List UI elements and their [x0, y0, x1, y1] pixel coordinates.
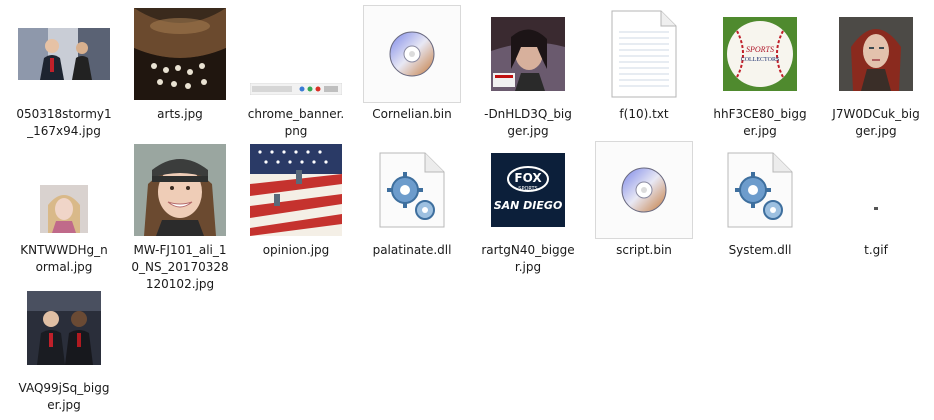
file-name: MW-FJ101_ali_1 0_NS_20170328 120102.jpg — [131, 243, 229, 291]
gears-file-icon — [364, 142, 460, 238]
file-tile[interactable]: FOX SPORTS SAN DIEGO rartgN40_bigge r.jpg — [470, 142, 586, 276]
logo-text: SPORTS — [518, 186, 537, 192]
logo-text: SPORTS — [746, 45, 774, 54]
portrait-thumbnail — [828, 6, 924, 102]
photo-thumbnail — [16, 280, 112, 376]
file-tile[interactable]: chrome_banner. png — [238, 6, 354, 140]
file-tile[interactable]: KNTWWDHg_n ormal.jpg — [6, 142, 122, 276]
logo-thumbnail: FOX SPORTS SAN DIEGO — [480, 142, 576, 238]
file-tile[interactable]: palatinate.dll — [354, 142, 470, 259]
photo-thumbnail — [16, 6, 112, 102]
file-name: J7W0DCuk_big ger.jpg — [832, 107, 920, 138]
file-name: System.dll — [728, 243, 792, 257]
file-name: arts.jpg — [157, 107, 203, 121]
file-name: chrome_banner. png — [247, 107, 345, 138]
banner-thumbnail — [248, 6, 344, 102]
logo-text: FOX — [514, 171, 542, 185]
file-tile[interactable]: -DnHLD3Q_big ger.jpg — [470, 6, 586, 140]
photo-thumbnail — [480, 6, 576, 102]
file-tile[interactable]: script.bin — [586, 141, 702, 259]
file-name: t.gif — [864, 243, 888, 257]
file-tile[interactable]: VAQ99jSq_bigg er.jpg — [6, 280, 122, 414]
file-name: script.bin — [616, 243, 672, 257]
portrait-thumbnail — [132, 142, 228, 238]
file-name: Cornelian.bin — [372, 107, 452, 121]
disc-icon — [363, 5, 461, 103]
logo-text: COLLECTORS — [741, 57, 780, 63]
file-tile[interactable]: Cornelian.bin — [354, 5, 470, 123]
file-tile[interactable]: opinion.jpg — [238, 142, 354, 259]
file-name: palatinate.dll — [372, 243, 452, 257]
file-name: -DnHLD3Q_big ger.jpg — [484, 107, 572, 138]
file-name: hhF3CE80_bigg er.jpg — [713, 107, 807, 138]
logo-text: SAN DIEGO — [494, 199, 563, 212]
file-tile[interactable]: 050318stormy1 _167x94.jpg — [6, 6, 122, 140]
tiny-gif-icon — [828, 142, 924, 238]
text-file-icon — [596, 6, 692, 102]
file-tile[interactable]: SPORTS COLLECTORS hhF3CE80_bigg er.jpg — [702, 6, 818, 140]
file-name: opinion.jpg — [262, 243, 330, 257]
file-name: 050318stormy1 _167x94.jpg — [16, 107, 112, 138]
file-tile[interactable]: f(10).txt — [586, 6, 702, 123]
file-tile[interactable]: arts.jpg — [122, 6, 238, 123]
photo-thumbnail — [132, 6, 228, 102]
baseball-thumbnail: SPORTS COLLECTORS — [712, 6, 808, 102]
file-name: VAQ99jSq_bigg er.jpg — [18, 381, 110, 412]
gears-file-icon — [712, 142, 808, 238]
file-name: f(10).txt — [619, 107, 669, 121]
file-name: KNTWWDHg_n ormal.jpg — [20, 243, 108, 274]
file-tile[interactable]: System.dll — [702, 142, 818, 259]
file-tile[interactable]: J7W0DCuk_big ger.jpg — [818, 6, 934, 140]
disc-icon — [595, 141, 693, 239]
file-tile[interactable]: t.gif — [818, 142, 934, 259]
flag-thumbnail — [248, 142, 344, 238]
file-name: rartgN40_bigge r.jpg — [481, 243, 575, 274]
portrait-thumbnail — [16, 142, 112, 238]
file-tile[interactable]: MW-FJ101_ali_1 0_NS_20170328 120102.jpg — [122, 142, 238, 293]
